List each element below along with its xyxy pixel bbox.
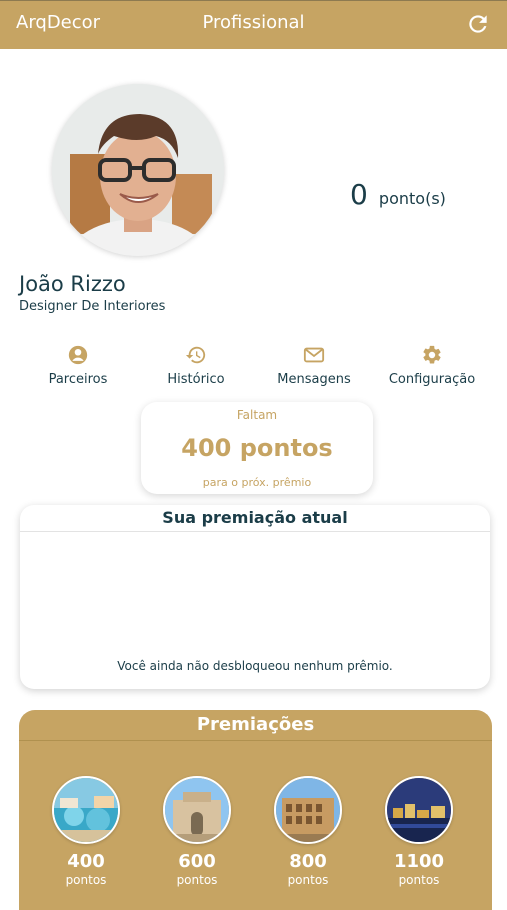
prize-unit: pontos	[287, 873, 329, 887]
current-award-empty: Você ainda não desbloqueou nenhum prêmio…	[117, 659, 393, 673]
points-summary: 0 ponto(s)	[350, 178, 446, 211]
menu-label-mensagens: Mensagens	[277, 372, 351, 387]
top-app-bar: ArqDecor Profissional	[0, 0, 507, 49]
next-prize-points: 400 pontos	[181, 434, 333, 462]
prize-value: 800	[289, 851, 327, 872]
prize-item-600[interactable]: 600 pontos	[147, 776, 247, 888]
next-prize-top-text: Faltam	[236, 408, 278, 422]
current-award-card: Sua premiação atual Você ainda não desbl…	[20, 505, 490, 689]
user-name: João Rizzo	[19, 272, 126, 296]
prizes-panel: Premiações 400 pontos 600 pontos 800 pon…	[19, 710, 492, 910]
current-award-title: Sua premiação atual	[20, 505, 490, 532]
points-unit: ponto(s)	[378, 189, 446, 208]
points-value: 0	[350, 178, 368, 211]
menu-label-configuracao: Configuração	[388, 372, 476, 387]
prize-thumb-arch	[163, 776, 231, 844]
menu-label-parceiros: Parceiros	[48, 372, 108, 387]
prize-value: 400	[67, 851, 105, 872]
refresh-icon[interactable]	[465, 11, 491, 37]
menu-configuracao[interactable]: Configuração	[372, 344, 492, 387]
prize-unit: pontos	[176, 873, 218, 887]
page-title: Profissional	[202, 12, 305, 33]
prize-thumb-city-night	[385, 776, 453, 844]
menu-mensagens[interactable]: Mensagens	[254, 344, 374, 387]
next-prize-bottom-text: para o próx. prêmio	[202, 476, 312, 489]
gear-icon	[423, 345, 441, 364]
menu-historico[interactable]: Histórico	[136, 344, 256, 387]
history-icon	[185, 346, 206, 364]
prize-item-400[interactable]: 400 pontos	[36, 776, 136, 888]
avatar-photo	[52, 84, 224, 256]
menu-label-historico: Histórico	[167, 372, 225, 387]
user-role: Designer De Interiores	[19, 299, 166, 314]
prize-value: 1100	[393, 851, 445, 872]
prize-thumb-colosseum	[274, 776, 342, 844]
prize-unit: pontos	[65, 873, 107, 887]
prize-thumb-resort	[52, 776, 120, 844]
prize-unit: pontos	[398, 873, 440, 887]
user-circle-icon	[68, 345, 88, 365]
prize-value: 600	[178, 851, 216, 872]
profile-avatar	[52, 84, 224, 256]
next-prize-card: Faltam 400 pontos para o próx. prêmio	[141, 402, 373, 494]
menu-parceiros[interactable]: Parceiros	[18, 344, 138, 387]
mail-icon	[303, 347, 325, 363]
prize-item-800[interactable]: 800 pontos	[258, 776, 358, 888]
prize-item-1100[interactable]: 1100 pontos	[369, 776, 469, 888]
prizes-title: Premiações	[19, 710, 492, 741]
